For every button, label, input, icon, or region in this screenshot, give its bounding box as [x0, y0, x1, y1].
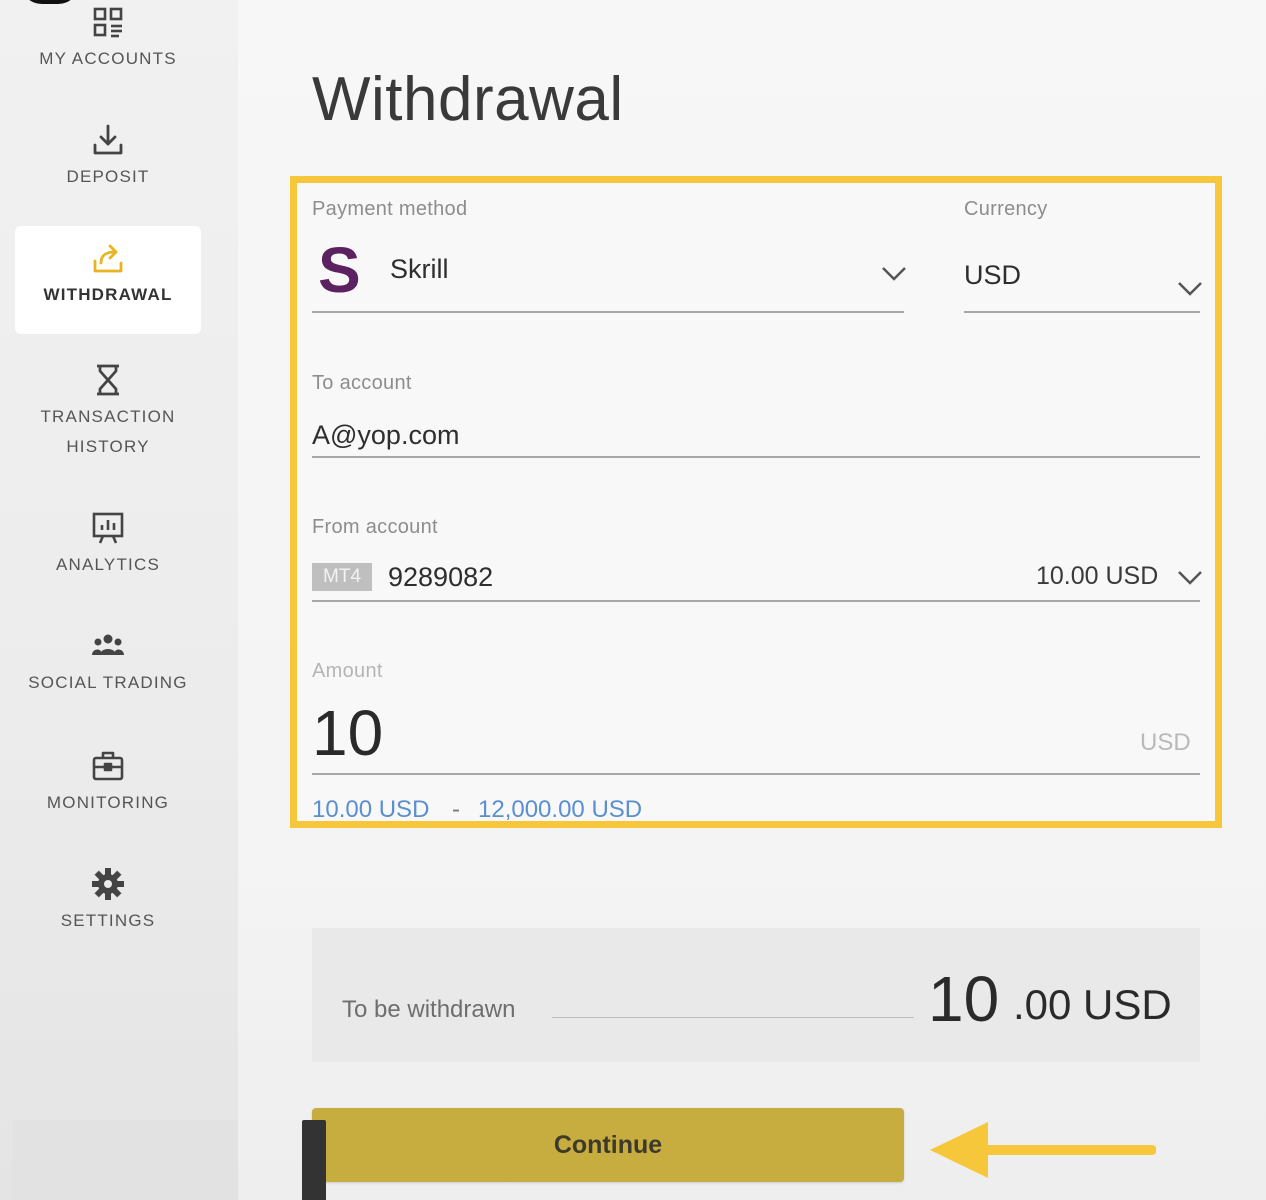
summary-leader-line: [552, 1017, 914, 1018]
payment-method-value[interactable]: Skrill: [390, 254, 449, 285]
sidebar-item-label: SOCIAL TRADING: [28, 673, 188, 692]
chart-board-icon: [90, 510, 126, 546]
from-account-balance[interactable]: 10.00 USD: [1036, 562, 1158, 591]
page-title: Withdrawal: [312, 65, 624, 134]
sidebar-item-label: WITHDRAWAL: [43, 285, 173, 304]
accounts-grid-icon: [90, 4, 126, 40]
skrill-logo: S: [318, 234, 361, 306]
payment-method-label: Payment method: [312, 198, 468, 220]
amount-label: Amount: [312, 660, 383, 682]
arrow-left-icon: [930, 1122, 1156, 1178]
from-account-label: From account: [312, 516, 438, 538]
sidebar-item-label: TRANSACTION HISTORY: [40, 407, 176, 456]
to-account-underline: [312, 456, 1200, 458]
summary-amount-integer: 10: [928, 963, 1000, 1035]
continue-button[interactable]: Continue: [312, 1108, 904, 1182]
payment-method-chevron-down-icon[interactable]: [880, 265, 908, 283]
currency-underline: [964, 311, 1200, 313]
sidebar-item-label: ANALYTICS: [55, 555, 160, 574]
sidebar-item-label: MY ACCOUNTS: [39, 49, 177, 68]
amount-max-link[interactable]: 12,000.00 USD: [478, 796, 642, 824]
amount-input[interactable]: 10: [312, 696, 383, 770]
sidebar: MY ACCOUNTS DEPOSIT WITHDRAWAL TRANSACTI…: [0, 0, 238, 1200]
payment-method-underline: [312, 311, 904, 313]
mt4-badge: MT4: [312, 563, 372, 591]
sidebar-item-label: DEPOSIT: [66, 167, 150, 186]
to-account-input[interactable]: A@yop.com: [312, 420, 459, 451]
sidebar-item-deposit[interactable]: DEPOSIT: [15, 122, 201, 208]
from-account-underline: [312, 600, 1200, 602]
amount-min-link[interactable]: 10.00 USD: [312, 796, 429, 824]
download-icon: [90, 122, 126, 158]
summary-label: To be withdrawn: [342, 996, 516, 1023]
sidebar-item-withdrawal[interactable]: WITHDRAWAL: [15, 226, 201, 334]
people-icon: [90, 628, 126, 664]
sidebar-item-social-trading[interactable]: SOCIAL TRADING: [15, 628, 201, 714]
currency-label: Currency: [964, 198, 1048, 220]
sidebar-item-label: MONITORING: [46, 793, 170, 812]
from-account-number[interactable]: 9289082: [388, 562, 493, 593]
summary-amount-fraction: .00 USD: [1013, 981, 1172, 1028]
sidebar-item-monitoring[interactable]: MONITORING: [15, 748, 201, 834]
sidebar-footer: [12, 1120, 238, 1200]
scroll-handle[interactable]: [302, 1120, 326, 1200]
sidebar-item-label: SETTINGS: [60, 911, 156, 930]
hourglass-icon: [90, 362, 126, 398]
upload-share-icon: [90, 240, 126, 276]
sidebar-item-transaction-history[interactable]: TRANSACTION HISTORY: [15, 362, 201, 472]
gear-icon: [90, 866, 126, 902]
briefcase-icon: [90, 748, 126, 784]
to-account-label: To account: [312, 372, 412, 394]
sidebar-item-analytics[interactable]: ANALYTICS: [15, 510, 201, 596]
currency-value[interactable]: USD: [964, 260, 1021, 291]
sidebar-item-settings[interactable]: SETTINGS: [15, 866, 201, 952]
amount-underline: [312, 773, 1200, 775]
amount-unit: USD: [1140, 729, 1191, 756]
amount-range-separator: -: [452, 796, 460, 823]
sidebar-item-my-accounts[interactable]: MY ACCOUNTS: [15, 4, 201, 90]
currency-chevron-down-icon[interactable]: [1176, 280, 1204, 298]
from-account-chevron-down-icon[interactable]: [1176, 569, 1204, 587]
